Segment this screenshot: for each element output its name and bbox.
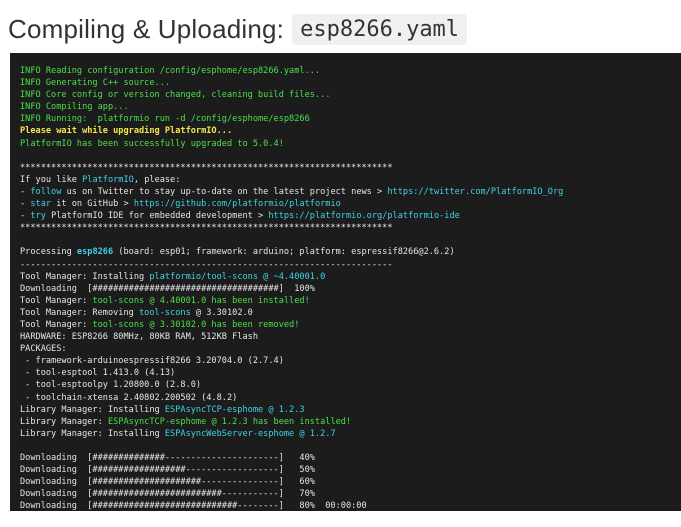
log-line: - tool-esptoolpy 1.20800.0 (2.8.0) [20, 379, 681, 391]
log-line: - tool-esptool 1.413.0 (4.13) [20, 367, 681, 379]
log-segment: follow [30, 186, 62, 197]
log-segment: Library Manager: Installing [20, 404, 165, 415]
log-segment: - framework-arduinoespressif8266 3.20704… [20, 356, 284, 367]
log-segment: - toolchain-xtensa 2.40802.200502 (4.8.2… [20, 392, 238, 403]
log-segment: Downloading [##############-------------… [20, 453, 315, 463]
log-segment: Downloading [##################---------… [20, 465, 315, 476]
log-line: Tool Manager: tool-scons @ 3.30102.0 has… [20, 319, 681, 331]
log-segment: Tool Manager: Installing [20, 271, 150, 282]
log-segment: Downloading [#########################--… [20, 489, 315, 500]
log-line: Downloading [###########################… [20, 283, 681, 295]
log-segment: Downloading [###########################… [20, 501, 367, 511]
log-segment: ****************************************… [20, 162, 393, 173]
log-segment: platformio/tool-scons @ ~4.40001.0 [149, 271, 326, 282]
log-line: Downloading [#####################------… [20, 476, 681, 488]
log-lines: INFO Reading configuration /config/espho… [20, 65, 681, 511]
config-filename: esp8266.yaml [292, 13, 468, 45]
log-segment: https://platformio.org/platformio-ide [268, 211, 460, 222]
log-line: Tool Manager: Installing platformio/tool… [20, 271, 681, 283]
log-segment: - [20, 186, 31, 197]
log-segment: ESPAsyncTCP-esphome @ 1.2.3 has been ins… [107, 416, 352, 427]
log-segment: PlatformIO IDE for embedded development … [45, 211, 269, 222]
log-segment: Please wait while upgrading PlatformIO..… [20, 126, 233, 137]
log-line: - toolchain-xtensa 2.40802.200502 (4.8.2… [20, 392, 681, 404]
log-segment: PACKAGES: [20, 344, 67, 355]
log-segment: Library Manager: Installing [20, 428, 165, 439]
page-header: Compiling & Uploading: esp8266.yaml [8, 10, 468, 48]
log-line: Tool Manager: Removing tool-scons @ 3.30… [20, 307, 681, 319]
log-segment: - tool-esptool 1.413.0 (4.13) [20, 368, 176, 379]
log-segment: tool-scons @ 4.40001.0 has been installe… [92, 295, 310, 306]
log-segment: - tool-esptoolpy 1.20800.0 (2.8.0) [20, 380, 202, 391]
log-line: INFO Compiling app... [20, 101, 681, 113]
log-line: Tool Manager: tool-scons @ 4.40001.0 has… [20, 295, 681, 307]
log-line: ----------------------------------------… [20, 259, 681, 271]
log-line: Library Manager: Installing ESPAsyncWebS… [20, 428, 681, 440]
log-segment: it on GitHub > [51, 199, 134, 210]
log-line: INFO Core config or version changed, cle… [20, 89, 681, 101]
log-line: Downloading [##################---------… [20, 464, 681, 476]
log-segment: esp8266 [76, 247, 114, 258]
log-segment: PlatformIO [82, 174, 134, 185]
log-segment: - [20, 199, 31, 210]
log-segment: ESPAsyncWebServer-esphome @ 1.2.7 [164, 428, 336, 439]
log-segment: try [30, 211, 46, 222]
log-segment: INFO Running: platformio run -d /config/… [20, 114, 310, 125]
log-segment: @ 3.30102.0 [190, 307, 253, 318]
log-line: Library Manager: Installing ESPAsyncTCP-… [20, 404, 681, 416]
log-line: PACKAGES: [20, 343, 681, 355]
log-line: ****************************************… [20, 162, 681, 174]
log-line: - try PlatformIO IDE for embedded develo… [20, 210, 681, 222]
log-line: - follow us on Twitter to stay up-to-dat… [20, 186, 681, 198]
log-line: If you like PlatformIO, please: [20, 174, 681, 186]
log-segment: ESPAsyncTCP-esphome @ 1.2.3 [164, 404, 305, 415]
log-segment: https://github.com/platformio/platformio [133, 199, 341, 210]
log-segment: (board: esp01; framework: arduino; platf… [113, 247, 455, 258]
log-line: Processing esp8266 (board: esp01; framew… [20, 246, 681, 258]
page-title: Compiling & Uploading: [8, 13, 285, 44]
log-segment: star [30, 199, 52, 210]
log-segment: Tool Manager: Removing [20, 307, 139, 318]
log-segment: tool-scons [139, 307, 191, 318]
log-line: HARDWARE: ESP8266 80MHz, 80KB RAM, 512KB… [20, 331, 681, 343]
log-line: ****************************************… [20, 222, 681, 234]
log-segment: INFO Core config or version changed, cle… [20, 90, 331, 101]
log-segment: If you like [20, 174, 83, 185]
log-line: PlatformIO has been successfully upgrade… [20, 138, 681, 150]
log-line: - star it on GitHub > https://github.com… [20, 198, 681, 210]
log-line: Downloading [#########################--… [20, 488, 681, 500]
log-segment: INFO Generating C++ source... [20, 78, 171, 89]
log-segment: - [20, 211, 31, 222]
log-segment: ****************************************… [20, 223, 393, 234]
log-line: INFO Generating C++ source... [20, 77, 681, 89]
log-line: INFO Reading configuration /config/espho… [20, 65, 681, 77]
log-segment: Tool Manager: [20, 319, 93, 330]
log-segment: Processing [20, 247, 77, 258]
log-segment: HARDWARE: ESP8266 80MHz, 80KB RAM, 512KB… [20, 332, 258, 343]
log-segment: , please: [133, 174, 181, 185]
log-line: Downloading [###########################… [20, 500, 681, 511]
log-segment: Library Manager: [20, 416, 108, 427]
log-segment: INFO Compiling app... [20, 102, 129, 113]
log-segment: Tool Manager: [20, 295, 93, 306]
log-line: - framework-arduinoespressif8266 3.20704… [20, 355, 681, 367]
log-segment: INFO Reading configuration /config/espho… [20, 66, 321, 76]
log-line: Please wait while upgrading PlatformIO..… [20, 125, 681, 137]
log-segment: PlatformIO has been successfully upgrade… [20, 138, 284, 149]
log-line: Library Manager: ESPAsyncTCP-esphome @ 1… [20, 416, 681, 428]
log-segment: us on Twitter to stay up-to-date on the … [61, 186, 388, 197]
compile-log-terminal[interactable]: INFO Reading configuration /config/espho… [10, 53, 681, 511]
log-line: Downloading [##############-------------… [20, 452, 681, 464]
log-segment: https://twitter.com/PlatformIO_Org [387, 186, 564, 197]
log-segment: Downloading [#####################------… [20, 477, 315, 488]
log-segment: ----------------------------------------… [20, 259, 393, 270]
log-segment: Downloading [###########################… [20, 283, 315, 294]
log-line: INFO Running: platformio run -d /config/… [20, 113, 681, 125]
log-segment: tool-scons @ 3.30102.0 has been removed! [92, 319, 300, 330]
